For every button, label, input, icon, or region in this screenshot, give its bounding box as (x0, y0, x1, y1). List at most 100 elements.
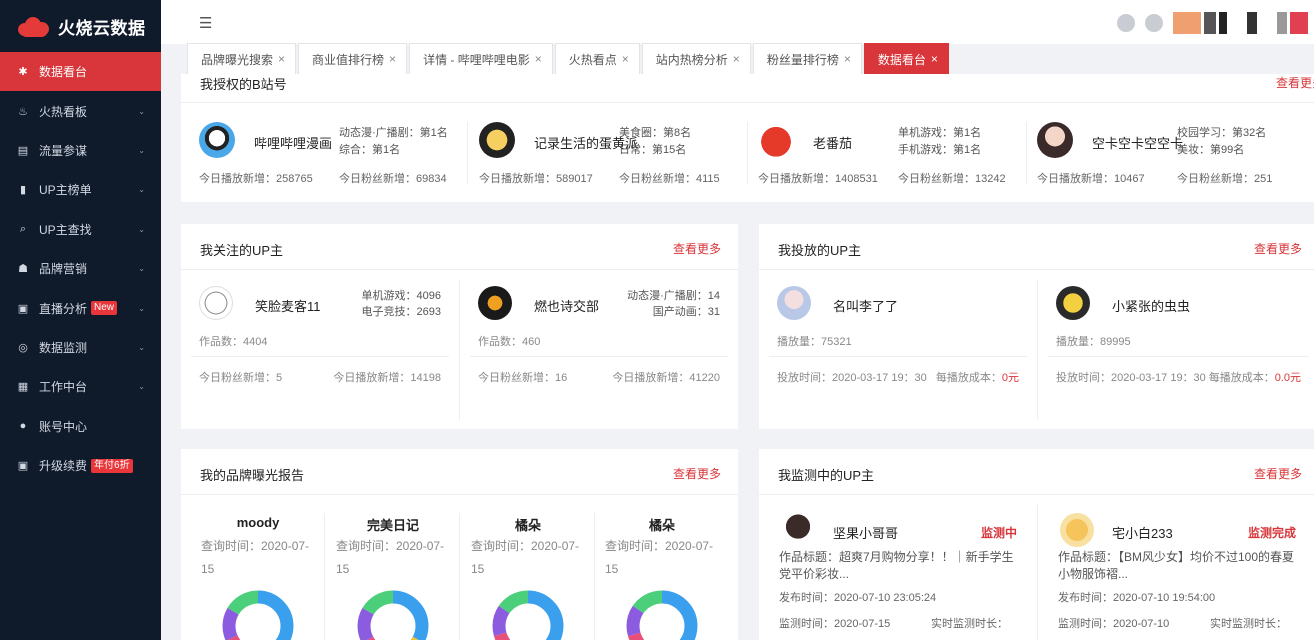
up-name: 燃也诗交部 (534, 299, 600, 314)
brand-report-card: 我的品牌曝光报告 查看更多 moody 查询时间：2020-07-15 完美日记… (181, 449, 738, 640)
monitor-item[interactable]: 坚果小哥哥 监测中 作品标题：超爽7月购物分享！！｜新手学生党平价彩妆... 发… (759, 495, 1027, 640)
brand-icon: ☗ (18, 263, 28, 276)
tab-bar: 品牌曝光搜索 × 商业值排行榜 × 详情 - 哔哩哔哩电影 × 火热看点 × 站内热榜分… (187, 43, 951, 74)
tab-dashboard[interactable]: 数据看台 × (863, 43, 949, 74)
authorized-accounts-card: 我授权的B站号 查看更多 哔哩哔哩漫画 动态漫·广播剧：第1名综合：第1名 今日… (181, 74, 1314, 202)
sidebar-item-monitor[interactable]: ◎ 数据监测 ⌄ (0, 328, 161, 367)
sidebar-item-label: 升级续费 (39, 459, 88, 474)
up-item[interactable]: 名叫李了了 播放量：75321 投放时间：2020-03-17 19：30 每播… (759, 270, 1037, 429)
divider (1048, 356, 1309, 357)
flame-icon: ♨ (18, 105, 28, 118)
tab-hot-list-analysis[interactable]: 站内热榜分析 × (641, 43, 751, 74)
close-icon[interactable]: × (622, 52, 629, 66)
tab-brand-search[interactable]: 品牌曝光搜索 × (187, 43, 297, 74)
card-header: 我的品牌曝光报告 查看更多 (181, 449, 738, 495)
sidebar-item-traffic[interactable]: ▤ 流量参谋 ⌄ (0, 131, 161, 170)
publish-time: 发布时间：2020-07-10 19:54:00 (1058, 592, 1216, 604)
tab-fans-rank[interactable]: 粉丝量排行榜 × (752, 43, 862, 74)
status-badge: 监测中 (980, 526, 1017, 540)
chevron-down-icon: ⌄ (138, 342, 145, 352)
sidebar-item-upgrade[interactable]: ▣ 升级续费 年付6折 (0, 446, 161, 485)
sidebar-item-up-rank[interactable]: ▮ UP主榜单 ⌄ (0, 170, 161, 209)
sidebar-item-hot-board[interactable]: ♨ 火热看板 ⌄ (0, 91, 161, 130)
menu-toggle-icon[interactable]: ☰ (199, 14, 212, 32)
view-more-link[interactable]: 查看更多 (673, 465, 721, 482)
sidebar-item-up-search[interactable]: ⌕ UP主查找 ⌄ (0, 210, 161, 249)
cost-label: 每播放成本： (1208, 372, 1275, 384)
play-count: 播放量：75321 (777, 336, 852, 348)
main-content: 我授权的B站号 查看更多 哔哩哔哩漫画 动态漫·广播剧：第1名综合：第1名 今日… (161, 74, 1314, 640)
account-ranks: 动态漫·广播剧：第1名 综合：第1名 (339, 125, 459, 159)
works-count: 作品数：460 (478, 336, 541, 348)
works-count: 作品数：4404 (199, 336, 268, 348)
support-icon[interactable] (1117, 14, 1135, 32)
divider (769, 356, 1027, 357)
close-icon[interactable]: × (844, 52, 851, 66)
close-icon[interactable]: × (278, 52, 285, 66)
account-name: 空卡空卡空空卡 (1092, 136, 1184, 151)
fans-increase: 今日粉丝新增：5 (199, 372, 283, 384)
avatar (758, 122, 794, 158)
close-icon[interactable]: × (733, 52, 740, 66)
sidebar-item-account[interactable]: ● 账号中心 (0, 407, 161, 446)
tab-label: 详情 - 哔哩哔哩电影 (423, 52, 530, 67)
sidebar-item-live[interactable]: ▣ 直播分析 New ⌄ (0, 288, 161, 327)
followed-up-card: 我关注的UP主 查看更多 笑脸麦客11 单机游戏：4096 电子竞技：2693 作… (181, 224, 738, 429)
palette-icon[interactable] (1145, 14, 1163, 32)
query-time: 查询时间：2020-07-15 (471, 539, 580, 576)
brand-item[interactable]: 完美日记 查询时间：2020-07-15 (326, 495, 460, 640)
donut-chart (492, 590, 564, 640)
card-title: 我监测中的UP主 (778, 468, 875, 483)
account-card[interactable]: 哔哩哔哩漫画 动态漫·广播剧：第1名 综合：第1名 今日播放新增：258765 今… (181, 122, 459, 192)
fans-increase: 今日粉丝新增：13242 (898, 173, 1006, 185)
avatar (777, 286, 811, 320)
sidebar-item-label: 数据监测 (39, 340, 88, 355)
tab-hot-points[interactable]: 火热看点 × (554, 43, 640, 74)
up-item[interactable]: 小紧张的虫虫 播放量：89995 投放时间：2020-03-17 19：30 每… (1038, 270, 1314, 429)
divider (191, 356, 449, 357)
tab-detail-bilibili-movie[interactable]: 详情 - 哔哩哔哩电影 × (409, 43, 553, 74)
rank-text: 手机游戏：第1名 (898, 144, 982, 156)
up-item[interactable]: 燃也诗交部 动态漫·广播剧：14 国产动画：31 作品数：460 今日粉丝新增：1… (460, 270, 738, 429)
up-item[interactable]: 笑脸麦客11 单机游戏：4096 电子竞技：2693 作品数：4404 今日粉丝新… (181, 270, 459, 429)
avatar (1037, 122, 1073, 158)
rank-text: 国产动画：31 (652, 306, 720, 318)
close-icon[interactable]: × (931, 52, 938, 66)
realtime-duration: 实时监测时长： (931, 618, 1008, 630)
play-increase: 今日播放新增：41220 (612, 372, 720, 384)
account-card[interactable]: 记录生活的蛋黄派 美食圈：第8名 日常：第15名 今日播放新增：589017 今日… (461, 122, 739, 192)
user-avatar[interactable] (1173, 12, 1308, 34)
chevron-down-icon: ⌄ (138, 145, 145, 155)
view-more-link[interactable]: 查看更多 (1276, 74, 1314, 91)
sidebar-item-label: UP主榜单 (39, 183, 92, 198)
sidebar-menu: ✱ 数据看台 ♨ 火热看板 ⌄ ▤ 流量参谋 ⌄ ▮ UP主榜单 ⌄ ⌕ UP主… (0, 52, 161, 485)
avatar (1056, 286, 1090, 320)
tab-commercial-rank[interactable]: 商业值排行榜 × (298, 43, 408, 74)
sidebar-item-dashboard[interactable]: ✱ 数据看台 (0, 52, 161, 92)
sidebar-item-brand[interactable]: ☗ 品牌营销 ⌄ (0, 249, 161, 288)
view-more-link[interactable]: 查看更多 (673, 240, 721, 257)
close-icon[interactable]: × (535, 52, 542, 66)
view-more-link[interactable]: 查看更多 (1254, 240, 1302, 257)
close-icon[interactable]: × (389, 52, 396, 66)
sidebar-item-label: 直播分析 (39, 301, 88, 316)
monitor-item[interactable]: 宅小白233 监测完成 作品标题：【BM风少女】均价不过100的春夏小物服饰褶.… (1038, 495, 1306, 640)
brand-item[interactable]: moody 查询时间：2020-07-15 (191, 495, 325, 640)
sidebar-item-label: 品牌营销 (39, 262, 88, 277)
logo[interactable]: 火烧云数据 (0, 0, 161, 52)
brand-name: 橘朵 (648, 518, 675, 533)
avatar (478, 286, 512, 320)
play-increase: 今日播放新增：10467 (1037, 173, 1145, 185)
chevron-down-icon: ⌄ (138, 106, 145, 116)
view-more-link[interactable]: 查看更多 (1254, 465, 1302, 482)
cost-per-play: 每播放成本：0元 (936, 369, 1019, 385)
brand-item[interactable]: 橘朵 查询时间：2020-07-15 (461, 495, 595, 640)
account-card[interactable]: 老番茄 单机游戏：第1名 手机游戏：第1名 今日播放新增：1408531 今日粉丝… (740, 122, 1018, 192)
tab-label: 粉丝量排行榜 (766, 52, 839, 67)
bar-icon: ▮ (19, 184, 27, 197)
sidebar-item-workspace[interactable]: ▦ 工作中台 ⌄ (0, 367, 161, 406)
account-ranks: 美食圈：第8名 日常：第15名 (619, 125, 739, 159)
account-card[interactable]: 空卡空卡空空卡 校园学习：第32名 美妆：第99名 今日播放新增：10467 今日… (1019, 122, 1297, 192)
brand-item[interactable]: 橘朵 查询时间：2020-07-15 (595, 495, 729, 640)
tab-label: 商业值排行榜 (312, 52, 385, 67)
